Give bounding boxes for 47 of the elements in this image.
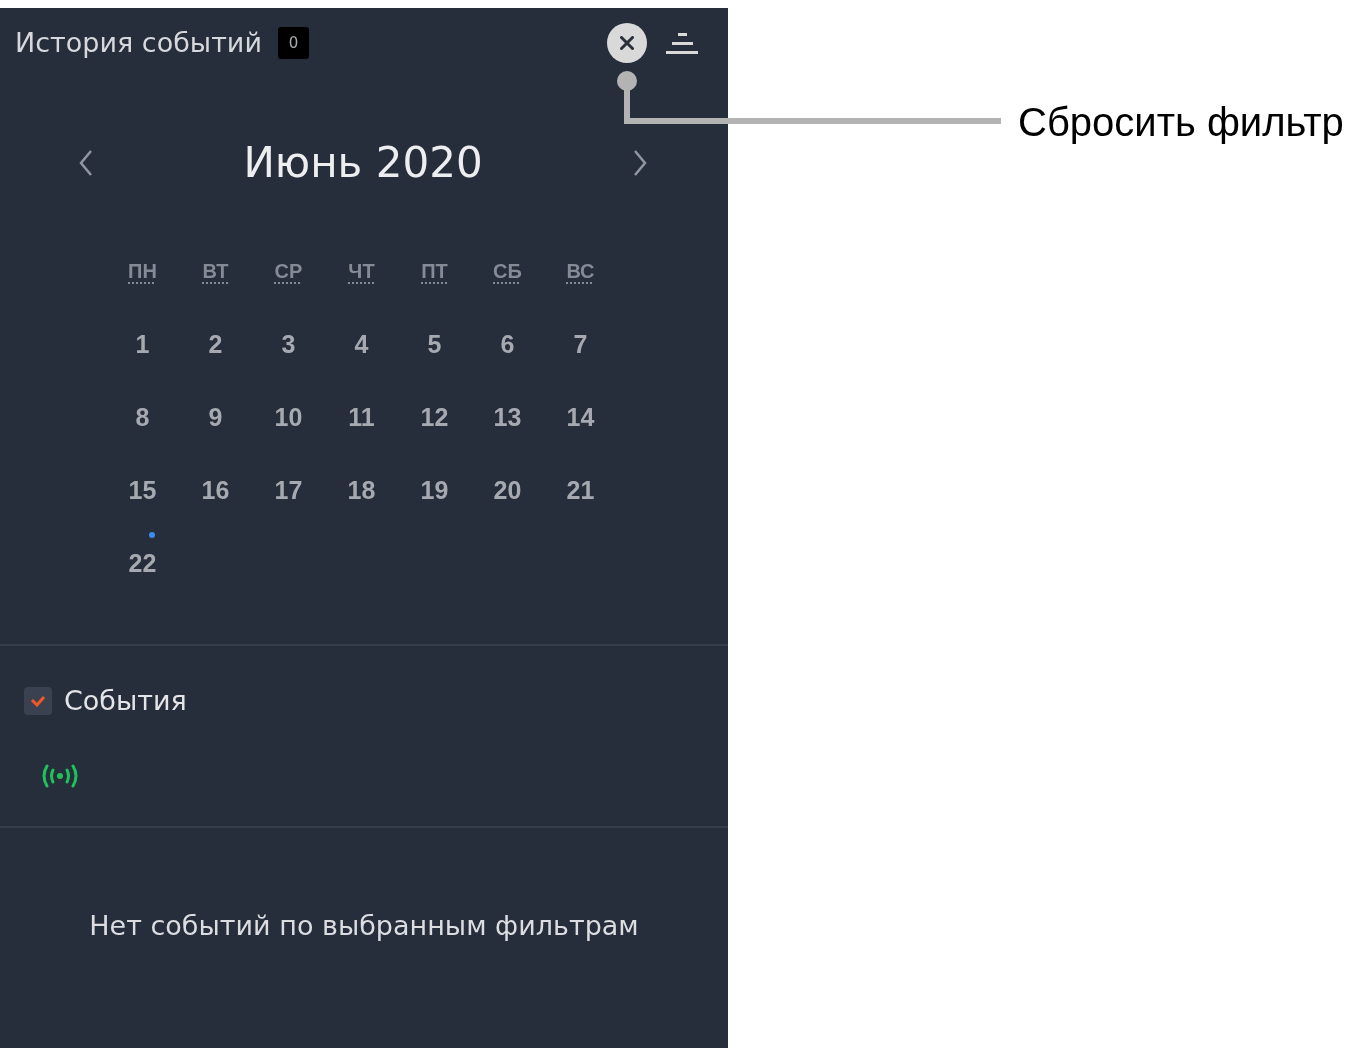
weekday-label: ПН — [128, 258, 157, 283]
calendar-day[interactable]: 19 — [418, 474, 451, 505]
calendar-day[interactable]: 10 — [272, 401, 305, 432]
weekday-label: СР — [274, 258, 303, 283]
calendar-day[interactable]: 3 — [279, 328, 298, 359]
calendar-day[interactable]: 20 — [491, 474, 524, 505]
next-month-button[interactable] — [633, 149, 647, 177]
annotation-label: Сбросить фильтр — [1018, 99, 1344, 146]
chevron-right-icon — [633, 149, 647, 177]
month-title: Июнь 2020 — [243, 137, 483, 189]
reset-filter-button[interactable] — [607, 23, 647, 63]
broadcast-filter-button[interactable] — [40, 764, 80, 788]
close-icon — [620, 36, 634, 50]
calendar-day[interactable]: 18 — [345, 474, 378, 505]
events-checkbox[interactable] — [24, 687, 52, 715]
calendar-day[interactable]: 21 — [564, 474, 597, 505]
weekday-label: СБ — [493, 258, 522, 283]
calendar-day[interactable]: 5 — [425, 328, 444, 359]
weekday-label: ПТ — [421, 258, 448, 283]
sort-button[interactable] — [666, 32, 698, 54]
calendar-day[interactable]: 7 — [571, 328, 590, 359]
calendar-day[interactable]: 9 — [206, 401, 225, 432]
check-icon — [30, 695, 46, 707]
calendar-day[interactable]: 15 — [126, 474, 159, 505]
calendar-day[interactable]: 4 — [352, 328, 371, 359]
weekday-label: ВТ — [202, 258, 229, 283]
calendar-day[interactable]: 14 — [564, 401, 597, 432]
event-count-badge: 0 — [277, 27, 309, 59]
calendar-day[interactable]: 22 — [126, 547, 159, 578]
calendar-day[interactable]: 1 — [133, 328, 152, 359]
calendar-day[interactable]: 16 — [199, 474, 232, 505]
calendar-day[interactable]: 6 — [498, 328, 517, 359]
sort-icon — [666, 32, 698, 54]
calendar-day[interactable]: 13 — [491, 401, 524, 432]
weekday-label: ЧТ — [348, 258, 375, 283]
weekday-label: ВС — [566, 258, 595, 283]
calendar-day[interactable]: 12 — [418, 401, 451, 432]
calendar-day[interactable]: 8 — [133, 401, 152, 432]
chevron-left-icon — [79, 149, 93, 177]
calendar-day[interactable]: 17 — [272, 474, 305, 505]
events-filter-label: События — [64, 684, 187, 718]
calendar-day[interactable]: 11 — [346, 401, 377, 432]
broadcast-icon — [40, 764, 80, 788]
panel-title: История событий — [15, 26, 262, 60]
previous-month-button[interactable] — [79, 149, 93, 177]
calendar-day[interactable]: 2 — [206, 328, 225, 359]
empty-state-message: Нет событий по выбранным фильтрам — [89, 909, 639, 943]
